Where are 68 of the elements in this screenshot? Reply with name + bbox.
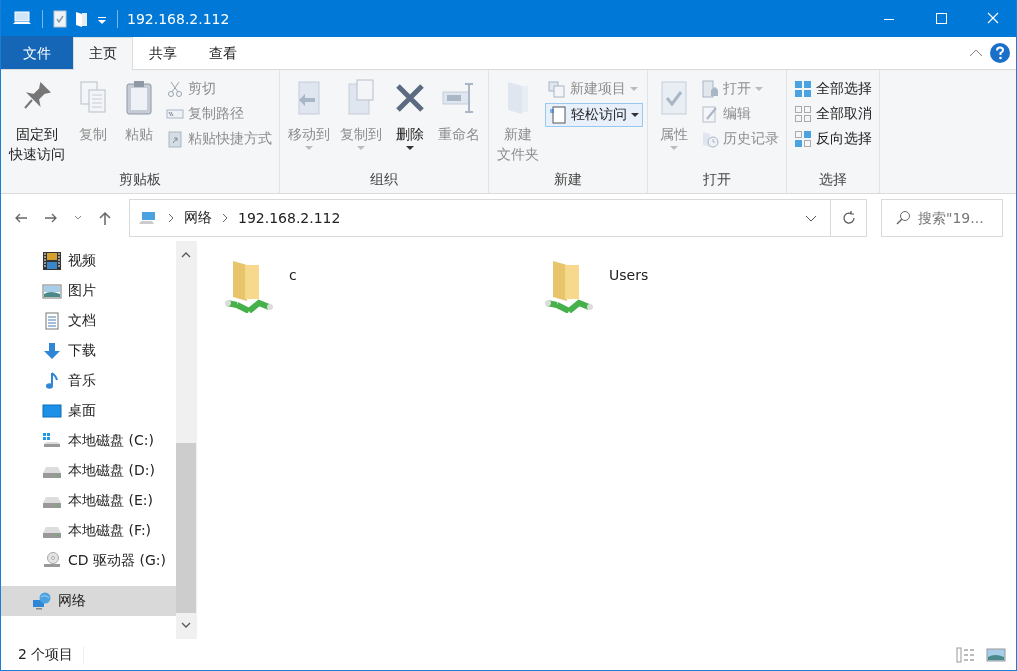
grid-icon [794,80,812,98]
ribbon-tab[interactable]: 共享 [133,37,193,69]
item-count: 2 个项目 [18,645,85,664]
ribbon-button[interactable]: 全部取消 [791,103,875,125]
shared-folder-item[interactable]: c [225,257,545,313]
refresh-icon [840,209,857,226]
computer-icon [138,209,158,226]
nav-item[interactable]: 音乐 [1,366,176,396]
nav-item[interactable]: 桌面 [1,396,176,426]
chevron-right-icon[interactable] [220,211,230,224]
ribbon-tab[interactable]: 主页 [73,37,133,70]
group-label: 剪贴板 [118,170,162,189]
document-icon [42,312,62,330]
nav-item[interactable]: 下载 [1,336,176,366]
search-icon [895,209,911,226]
ribbon-button[interactable]: 固定到 快速访问 [5,74,69,166]
shared-folder-item[interactable]: Users [545,257,865,313]
new-item-icon [548,80,566,98]
nav-item[interactable]: 本地磁盘 (D:) [1,456,176,486]
breadcrumb[interactable]: 网络 [184,208,212,227]
nav-item[interactable]: 文档 [1,306,176,336]
nav-item[interactable]: 本地磁盘 (E:) [1,486,176,516]
scissors-icon [166,80,184,98]
nav-item[interactable]: 本地磁盘 (C:) [1,426,176,456]
scrollbar-thumb[interactable] [176,443,196,613]
ribbon-button[interactable]: 删除 [388,74,432,153]
ribbon-button[interactable]: 全部选择 [791,78,875,100]
help-icon[interactable] [990,43,1010,63]
nav-item[interactable]: 视频 [1,246,176,276]
address-bar[interactable]: 网络 192.168.2.112 [129,198,831,237]
refresh-button[interactable] [831,198,867,237]
picture-icon [42,282,62,300]
network-icon [32,592,52,610]
scrollbar[interactable] [176,241,196,639]
nav-item[interactable]: 网络 [1,586,176,616]
group-label: 选择 [818,170,848,189]
open-icon [701,80,719,98]
partial-grid-icon [794,130,812,148]
clock-icon [701,130,719,148]
nav-item[interactable]: 图片 [1,276,176,306]
nav-item[interactable]: 本地磁盘 (F:) [1,516,176,546]
ribbon-button[interactable]: 轻松访问 [545,103,643,127]
drive-icon [42,432,62,450]
large-icons-view-icon[interactable] [986,646,1006,663]
window-title: 192.168.2.112 [127,10,230,27]
desktop-icon [42,402,62,420]
search-field[interactable]: 搜索"19... [881,198,1003,237]
file-tab[interactable]: 文件 [1,36,73,69]
download-icon [42,342,62,360]
empty-grid-icon [794,105,812,123]
cd-drive-icon [42,552,62,570]
group-label: 组织 [369,170,399,189]
edit-icon [701,105,719,123]
chevron-right-icon[interactable] [166,211,176,224]
group-label: 新建 [553,170,583,189]
film-icon [42,252,62,270]
group-label: 打开 [702,170,732,189]
document-icon [549,106,567,124]
caret-icon[interactable] [406,146,414,151]
ribbon-tab[interactable]: 查看 [193,37,253,69]
folder-icon[interactable] [74,9,90,28]
shortcut-icon [166,130,184,148]
properties-icon[interactable] [52,9,68,28]
up-icon[interactable] [97,209,113,226]
nav-item[interactable]: CD 驱动器 (G:) [1,546,176,576]
breadcrumb[interactable]: 192.168.2.112 [238,209,341,226]
caret-icon[interactable] [631,112,639,118]
ribbon-button[interactable]: 反向选择 [791,128,875,150]
